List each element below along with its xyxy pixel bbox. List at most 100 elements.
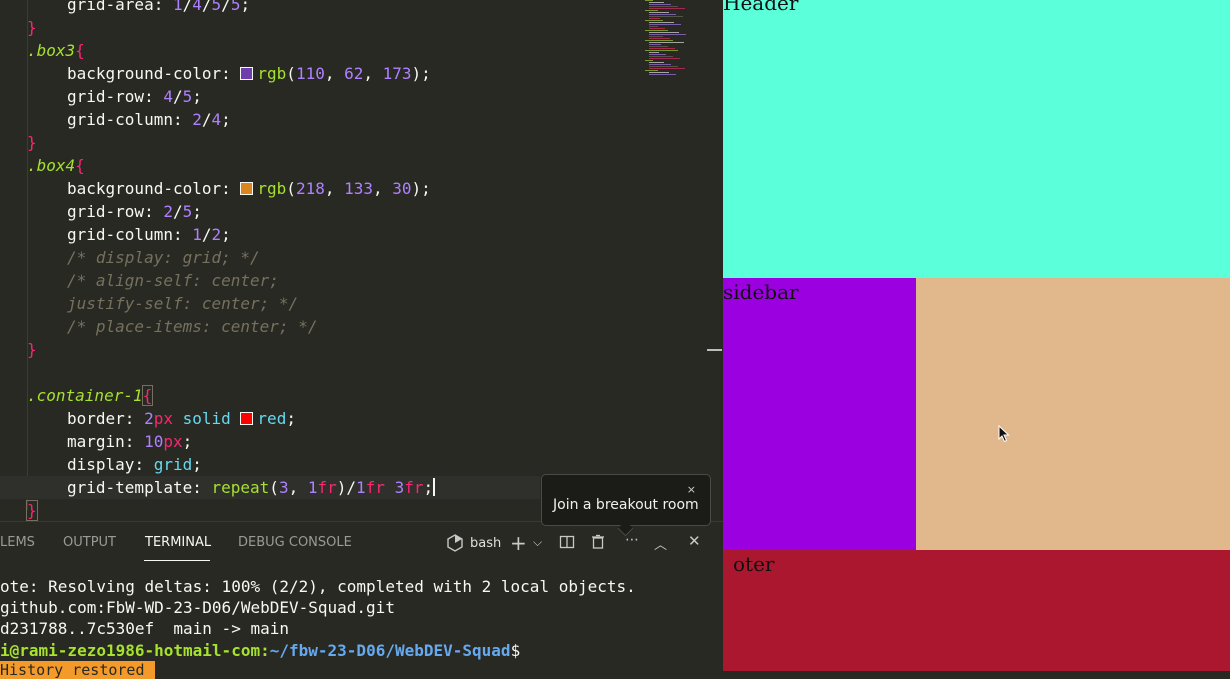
code-line[interactable]: grid-template: repeat(3, 1fr)/1fr 3fr;: [0, 476, 540, 499]
code-line[interactable]: grid-column: 2/4;: [0, 108, 231, 131]
sidebar-region: sidebar: [723, 278, 916, 550]
code-token: );: [411, 179, 431, 198]
terminal-line: d231788..7c530ef main -> main: [0, 619, 289, 638]
code-token: /: [172, 202, 183, 221]
code-line[interactable]: border: 2px solid red;: [0, 407, 296, 430]
code-token: /: [221, 0, 231, 14]
code-token: grid-column: [67, 225, 173, 244]
color-swatch[interactable]: [240, 412, 254, 425]
code-token: grid-row: [67, 87, 145, 106]
code-token: :: [124, 432, 145, 451]
code-token: :: [221, 179, 241, 198]
code-line[interactable]: .box4{: [0, 154, 85, 177]
color-swatch[interactable]: [240, 67, 254, 80]
minimap-line: [645, 40, 673, 41]
code-token: ;: [221, 225, 231, 244]
tab-output[interactable]: OUTPUT: [63, 535, 116, 550]
code-line[interactable]: background-color: rgb(110, 62, 173);: [0, 62, 431, 85]
code-line[interactable]: /* align-self: center;: [0, 269, 279, 292]
tooltip-close-icon[interactable]: ×: [687, 483, 696, 496]
code-line[interactable]: background-color: rgb(218, 133, 30);: [0, 177, 431, 200]
minimap-line: [649, 2, 664, 3]
main-region: [916, 278, 1230, 550]
bottom-panel: LEMS OUTPUT TERMINAL DEBUG CONSOLE bash …: [0, 521, 723, 679]
minimap-line: [649, 62, 664, 63]
code-line[interactable]: grid-row: 4/5;: [0, 85, 202, 108]
code-token: 2: [211, 225, 222, 244]
terminal-prompt[interactable]: i@rami-zezo1986-hotmail-com:~/fbw-23-D06…: [0, 640, 520, 661]
minimap-line: [649, 12, 669, 13]
code-token: :: [153, 0, 173, 14]
split-icon[interactable]: [559, 534, 575, 554]
code-token: ,: [324, 64, 345, 83]
code-line[interactable]: }: [0, 338, 37, 361]
code-token: :: [172, 110, 193, 129]
active-tab-indicator: [144, 560, 210, 561]
code-token: display: [67, 455, 135, 474]
tab-terminal[interactable]: TERMINAL: [145, 535, 211, 550]
minimap-line: [649, 56, 673, 57]
minimap-line: [649, 34, 686, 35]
color-swatch[interactable]: [240, 182, 254, 195]
sidebar-label: sidebar: [723, 280, 799, 304]
history-restored-badge: History restored: [0, 661, 155, 679]
code-token: red: [257, 409, 287, 428]
code-token: {: [141, 385, 154, 406]
code-line[interactable]: justify-self: center; */: [0, 292, 298, 315]
code-token: 2: [163, 202, 173, 221]
code-token: 5: [182, 202, 193, 221]
code-token: px: [153, 409, 173, 428]
tab-problems[interactable]: LEMS: [0, 535, 35, 550]
code-token: )/: [336, 478, 357, 497]
code-line[interactable]: }: [0, 16, 37, 39]
code-line[interactable]: grid-area: 1/4/5/5;: [0, 0, 250, 16]
code-editor[interactable]: grid-area: 1/4/5/5;} .box3{background-col…: [0, 0, 723, 521]
code-token: rgb: [257, 179, 287, 198]
minimap-line: [649, 28, 665, 29]
code-token: ;: [192, 202, 202, 221]
code-token: :: [221, 64, 241, 83]
code-line[interactable]: display: grid;: [0, 453, 202, 476]
code-line[interactable]: grid-column: 1/2;: [0, 223, 231, 246]
chevron-down-icon[interactable]: ⌵: [533, 535, 542, 550]
plus-icon[interactable]: +: [510, 531, 527, 555]
trash-icon[interactable]: [591, 534, 605, 554]
code-token: fr: [317, 478, 337, 497]
header-region: Header: [723, 0, 1230, 278]
code-line[interactable]: .container-1{: [0, 384, 154, 407]
code-token: 5: [230, 0, 241, 14]
code-token: 3: [278, 478, 289, 497]
code-token: grid-template: [67, 478, 193, 497]
code-line[interactable]: margin: 10px;: [0, 430, 192, 453]
minimap-line: [649, 22, 674, 23]
code-line[interactable]: grid-row: 2/5;: [0, 200, 202, 223]
maximize-icon[interactable]: ︿: [654, 534, 667, 553]
minimap-line: [649, 18, 660, 19]
code-line[interactable]: }: [0, 131, 37, 154]
code-token: {: [75, 156, 85, 175]
code-line[interactable]: .box3{: [0, 39, 85, 62]
code-line[interactable]: /* place-items: center; */: [0, 315, 317, 338]
code-line[interactable]: }: [0, 499, 38, 521]
code-token: solid: [182, 409, 231, 428]
code-token: px: [163, 432, 183, 451]
code-token: /* display: grid; */: [67, 248, 260, 267]
code-token: ;: [240, 0, 251, 14]
editor-scrollbar[interactable]: [707, 349, 722, 351]
code-token: ;: [192, 455, 202, 474]
minimap-line: [649, 36, 663, 37]
terminal-shell-name[interactable]: bash: [470, 536, 501, 551]
minimap-line: [649, 16, 683, 17]
code-line[interactable]: /* display: grid; */: [0, 246, 260, 269]
minimap[interactable]: [645, 0, 695, 80]
tab-debug-console[interactable]: DEBUG CONSOLE: [238, 535, 352, 550]
code-token: }: [27, 340, 37, 359]
minimap-line: [649, 44, 661, 45]
footer-label: oter: [733, 552, 775, 576]
code-token: 1: [356, 478, 366, 497]
code-token: /* align-self: center;: [67, 271, 279, 290]
code-token: 133: [344, 179, 374, 198]
code-token: 4: [211, 110, 222, 129]
close-icon[interactable]: ✕: [688, 532, 701, 550]
